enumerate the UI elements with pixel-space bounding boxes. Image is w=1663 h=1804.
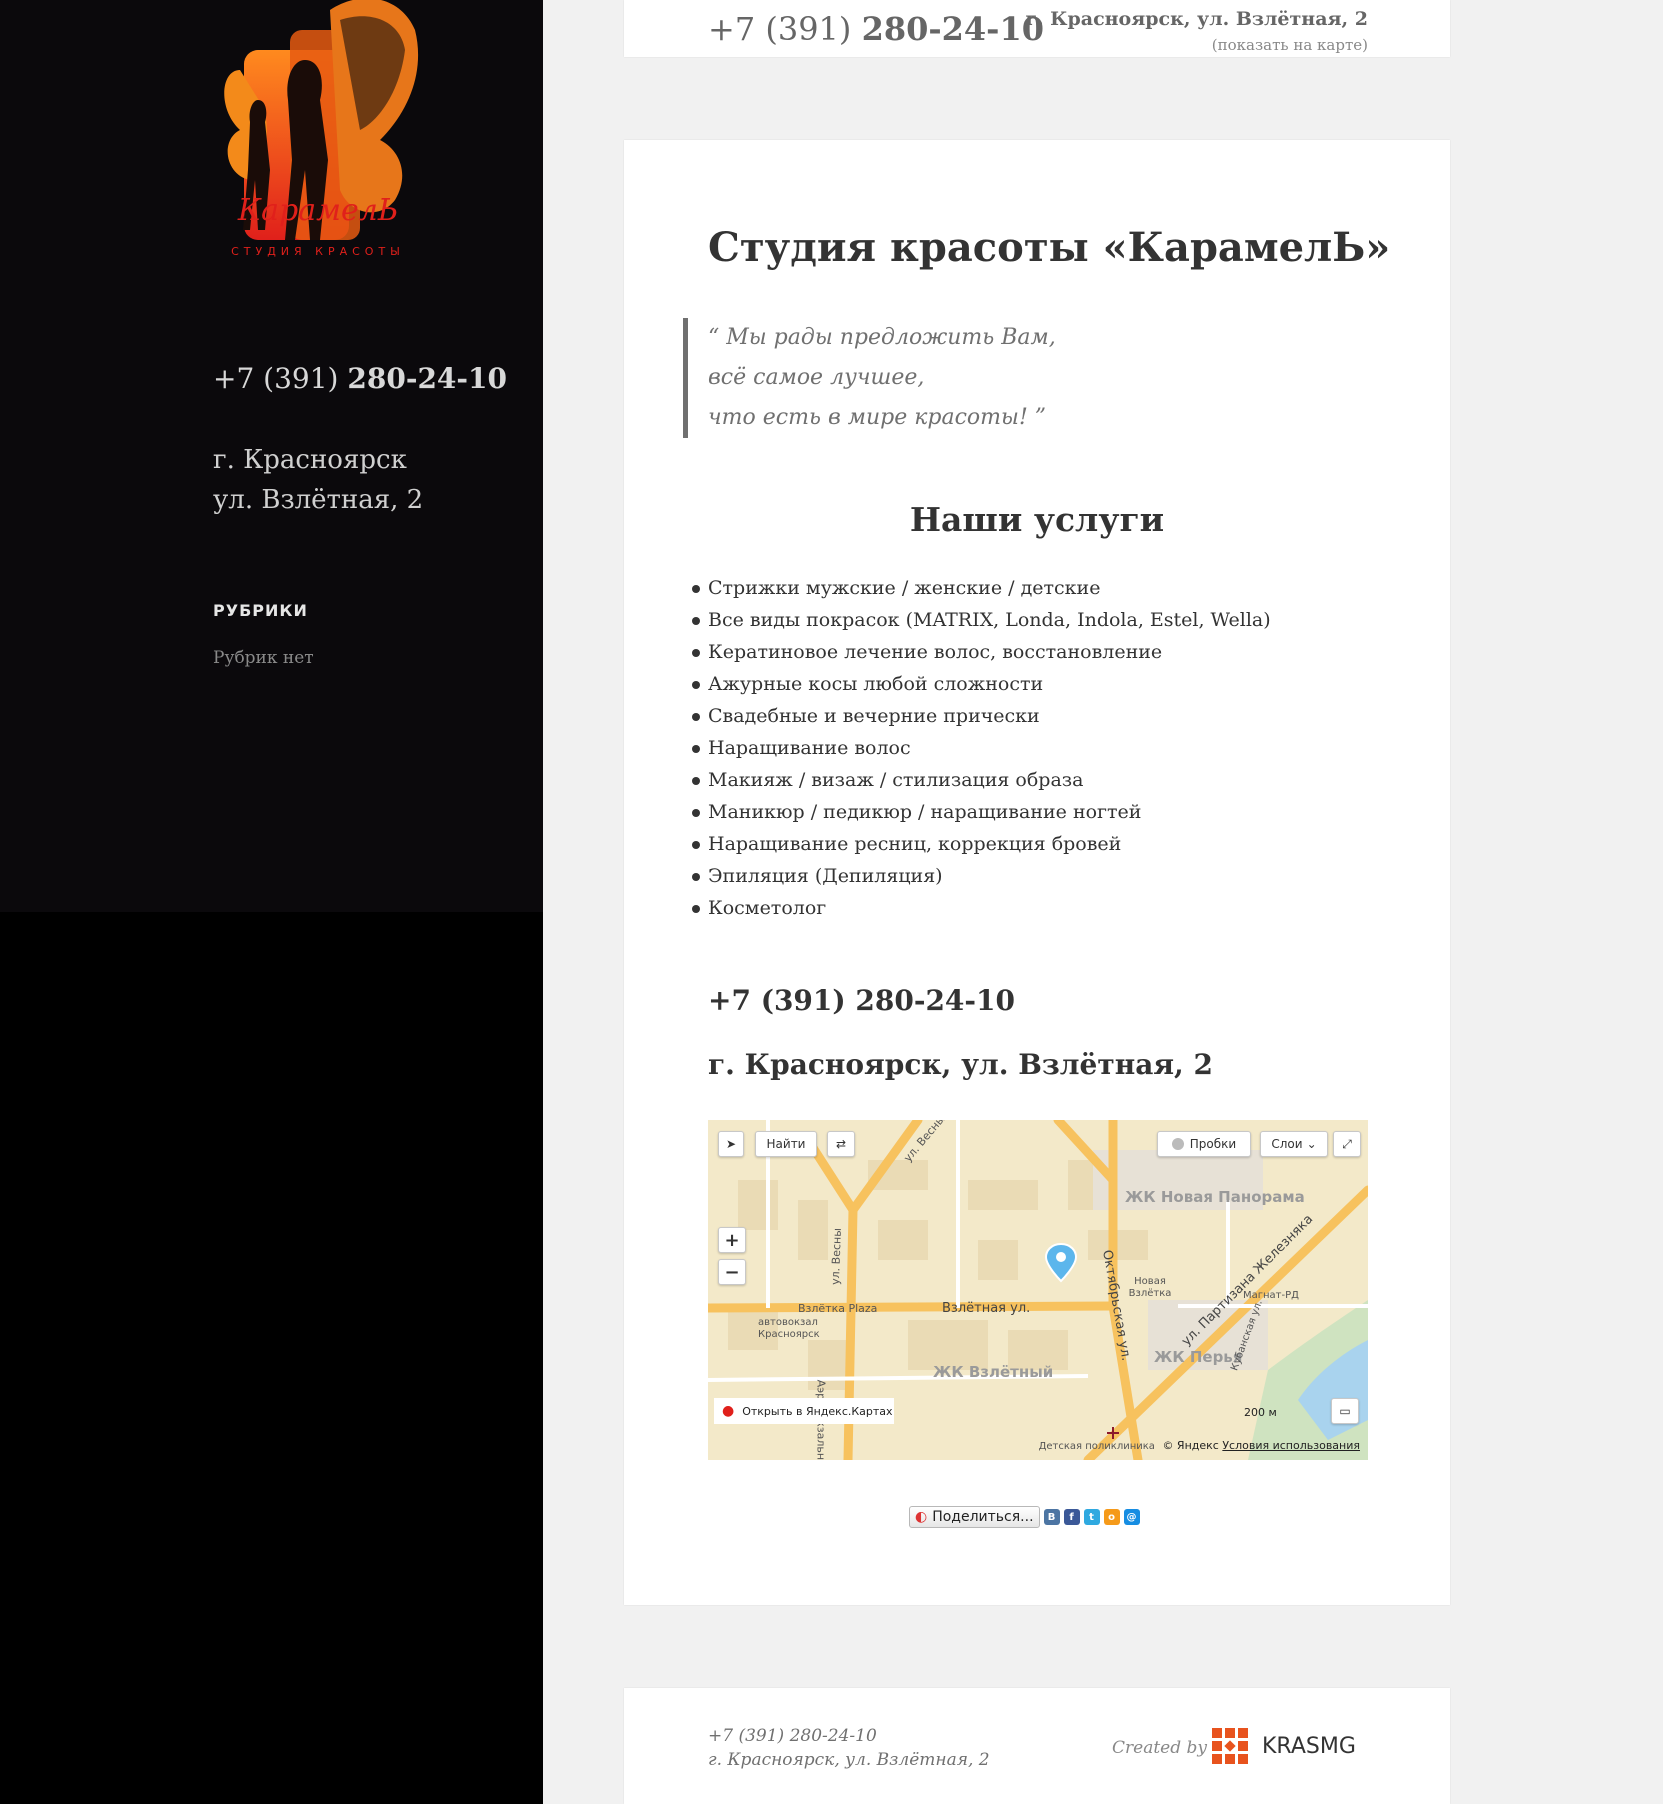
footer-phone: +7 (391) 280-24-10	[708, 1726, 877, 1746]
service-item: Стрижки мужские / женские / детские	[692, 572, 1271, 604]
find-button[interactable]: Найти	[755, 1131, 817, 1157]
minus-icon: −	[724, 1261, 740, 1283]
share-button[interactable]: ◐ Поделиться...	[909, 1506, 1040, 1528]
service-item: Все виды покрасок (MATRIX, Londa, Indola…	[692, 604, 1271, 636]
quote-line: что есть в мире красоты! ”	[708, 405, 1047, 430]
yandex-map[interactable]: ➤ Найти ⇄ Пробки Слои ⌄ ⤢ + − ЖК Новая П…	[708, 1120, 1368, 1460]
krasmg-brand-text: KRASMG	[1262, 1733, 1356, 1759]
map-label: ЖК Новая Панорама	[1125, 1188, 1305, 1206]
service-item: Наращивание ресниц, коррекция бровей	[692, 828, 1271, 860]
krasmg-brand-link[interactable]: KRASMG	[1210, 1726, 1356, 1766]
share-widget: ◐ Поделиться... В f t о @	[909, 1506, 1140, 1528]
vk-icon[interactable]: В	[1043, 1509, 1060, 1525]
logo-butterfly-icon: КарамелЬ СТУДИЯ КРАСОТЫ	[224, 0, 418, 258]
odnoklassniki-icon[interactable]: о	[1103, 1509, 1120, 1525]
contact-phone: +7 (391) 280-24-10	[708, 984, 1016, 1017]
map-copyright: Детская поликлиника © Яндекс Условия исп…	[1039, 1439, 1360, 1452]
show-on-map-link[interactable]: (показать на карте)	[1212, 36, 1368, 54]
map-label: Новая Взлётка	[1128, 1276, 1172, 1299]
facebook-icon[interactable]: f	[1063, 1509, 1080, 1525]
main-article: Студия красоты «КарамелЬ» “ Мы рады пред…	[624, 140, 1450, 1605]
sidebar: КарамелЬ СТУДИЯ КРАСОТЫ +7 (391) 280-24-…	[0, 0, 543, 912]
service-item: Маникюр / педикюр / наращивание ногтей	[692, 796, 1271, 828]
map-label: ЖК Взлётный	[933, 1363, 1054, 1381]
route-icon: ⇄	[835, 1137, 847, 1151]
service-item: Наращивание волос	[692, 732, 1271, 764]
krasmg-logo-icon	[1212, 1728, 1248, 1764]
service-item: Ажурные косы любой сложности	[692, 668, 1271, 700]
map-label: автовокзал Красноярск	[758, 1317, 820, 1340]
header-card: +7 (391) 280-24-10 г. Красноярск, ул. Вз…	[624, 0, 1450, 57]
sidebar-phone: +7 (391) 280-24-10	[213, 362, 507, 395]
rubrics-heading: РУБРИКИ	[213, 601, 308, 620]
services-list: Стрижки мужские / женские / детские Все …	[692, 572, 1271, 924]
footer-address: г. Красноярск, ул. Взлётная, 2	[708, 1750, 990, 1770]
ruler-button[interactable]: ▭	[1331, 1398, 1359, 1424]
map-label: ул. Весны	[828, 1227, 844, 1286]
share-icon: ◐	[915, 1509, 928, 1525]
mail-icon[interactable]: @	[1123, 1509, 1140, 1525]
geolocation-button[interactable]: ➤	[718, 1131, 744, 1157]
find-button-label: Найти	[766, 1137, 806, 1151]
header-phone-number: 280-24-10	[861, 10, 1044, 48]
traffic-button[interactable]: Пробки	[1157, 1131, 1251, 1157]
sidebar-phone-prefix: +7 (391)	[213, 362, 348, 395]
traffic-light-icon	[1171, 1138, 1184, 1150]
share-label: Поделиться...	[932, 1509, 1034, 1525]
site-logo[interactable]: КарамелЬ СТУДИЯ КРАСОТЫ	[210, 0, 460, 290]
quote-block: “ Мы рады предложить Вам, всё самое лучш…	[683, 318, 1056, 438]
header-phone-prefix: +7 (391)	[708, 10, 862, 48]
service-item: Макияж / визаж / стилизация образа	[692, 764, 1271, 796]
zoom-out-button[interactable]: −	[718, 1259, 746, 1285]
navigation-arrow-icon: ➤	[725, 1137, 737, 1151]
service-item: Кератиновое лечение волос, восстановлени…	[692, 636, 1271, 668]
route-button[interactable]: ⇄	[827, 1131, 855, 1157]
quote-line: всё самое лучшее,	[708, 365, 925, 390]
map-label: ЖК Перья	[1154, 1348, 1243, 1366]
map-label: Магнат-РД	[1243, 1290, 1299, 1301]
ruler-icon: ▭	[1339, 1404, 1351, 1418]
open-in-yandex-maps-link[interactable]: ● Открыть в Яндекс.Картах	[714, 1398, 894, 1424]
traffic-button-label: Пробки	[1189, 1137, 1237, 1151]
header-address: г. Красноярск, ул. Взлётная, 2	[1025, 8, 1368, 30]
map-scale: 200 м	[1244, 1406, 1277, 1419]
plus-icon: +	[724, 1229, 740, 1251]
contact-address: г. Красноярск, ул. Взлётная, 2	[708, 1048, 1213, 1081]
yandex-copyright: © Яндекс	[1162, 1439, 1219, 1452]
footer-card: +7 (391) 280-24-10 г. Красноярск, ул. Вз…	[624, 1688, 1450, 1804]
map-pin-icon: ●	[722, 1403, 735, 1419]
sidebar-address-city: г. Красноярск	[213, 445, 407, 475]
map-label: Взлётка Plaza	[798, 1302, 878, 1315]
quote-line: “ Мы рады предложить Вам,	[708, 325, 1056, 350]
service-item: Косметолог	[692, 892, 1271, 924]
expand-icon: ⤢	[1342, 1136, 1352, 1151]
header-phone: +7 (391) 280-24-10	[708, 10, 1044, 48]
poliklinika-label: Детская поликлиника	[1038, 1441, 1155, 1452]
page-title: Студия красоты «КарамелЬ»	[708, 224, 1391, 271]
rubrics-empty: Рубрик нет	[213, 648, 314, 668]
created-by-label: Created by	[1112, 1738, 1207, 1758]
svg-text:КарамелЬ: КарамелЬ	[237, 193, 398, 228]
layers-button[interactable]: Слои ⌄	[1260, 1131, 1328, 1157]
sidebar-phone-number: 280-24-10	[347, 362, 507, 395]
zoom-in-button[interactable]: +	[718, 1227, 746, 1253]
layers-button-label: Слои	[1271, 1137, 1303, 1151]
service-item: Свадебные и вечерние прически	[692, 700, 1271, 732]
map-label: Взлётная ул.	[942, 1301, 1031, 1316]
service-item: Эпиляция (Депиляция)	[692, 860, 1271, 892]
terms-of-use-link[interactable]: Условия использования	[1222, 1439, 1360, 1452]
sidebar-address: г. Красноярск ул. Взлётная, 2	[213, 440, 423, 520]
chevron-down-icon: ⌄	[1306, 1137, 1317, 1151]
open-in-yandex-maps-label: Открыть в Яндекс.Картах	[742, 1404, 893, 1418]
svg-text:СТУДИЯ КРАСОТЫ: СТУДИЯ КРАСОТЫ	[231, 245, 405, 258]
twitter-icon[interactable]: t	[1083, 1509, 1100, 1525]
sidebar-address-street: ул. Взлётная, 2	[213, 485, 424, 515]
services-heading: Наши услуги	[909, 500, 1165, 539]
fullscreen-button[interactable]: ⤢	[1333, 1131, 1361, 1157]
